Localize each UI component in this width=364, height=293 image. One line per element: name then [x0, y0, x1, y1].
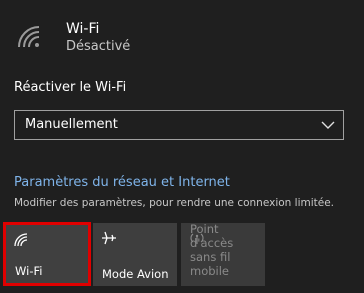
airplane-mode-tile[interactable]: Mode Avion — [93, 223, 177, 286]
wifi-icon — [14, 233, 28, 247]
hotspot-tile-label: Point d'accès sans fil mobile — [190, 222, 265, 278]
airplane-tile-label: Mode Avion — [102, 267, 169, 281]
network-settings-link[interactable]: Paramètres du réseau et Internet — [14, 175, 230, 190]
wifi-title: Wi-Fi — [66, 21, 100, 37]
wifi-status-header: Wi-Fi Désactivé — [14, 20, 354, 60]
wifi-toggle-tile[interactable]: Wi-Fi — [3, 222, 91, 286]
reactivate-wifi-dropdown[interactable]: Manuellement — [14, 110, 344, 140]
dropdown-selected-value: Manuellement — [25, 117, 118, 132]
airplane-icon — [102, 231, 116, 245]
mobile-hotspot-tile[interactable]: Point d'accès sans fil mobile — [181, 222, 265, 286]
wifi-status-text: Désactivé — [66, 39, 131, 54]
network-settings-description: Modifier des paramètres, pour rendre une… — [14, 197, 335, 209]
hotspot-label-line1: Point d'accès — [190, 222, 234, 250]
wifi-icon — [18, 26, 40, 48]
chevron-down-icon — [321, 121, 335, 129]
hotspot-label-line2: sans fil mobile — [190, 250, 231, 278]
wifi-tile-label: Wi-Fi — [15, 264, 43, 278]
reactivate-wifi-label: Réactiver le Wi-Fi — [14, 80, 127, 95]
